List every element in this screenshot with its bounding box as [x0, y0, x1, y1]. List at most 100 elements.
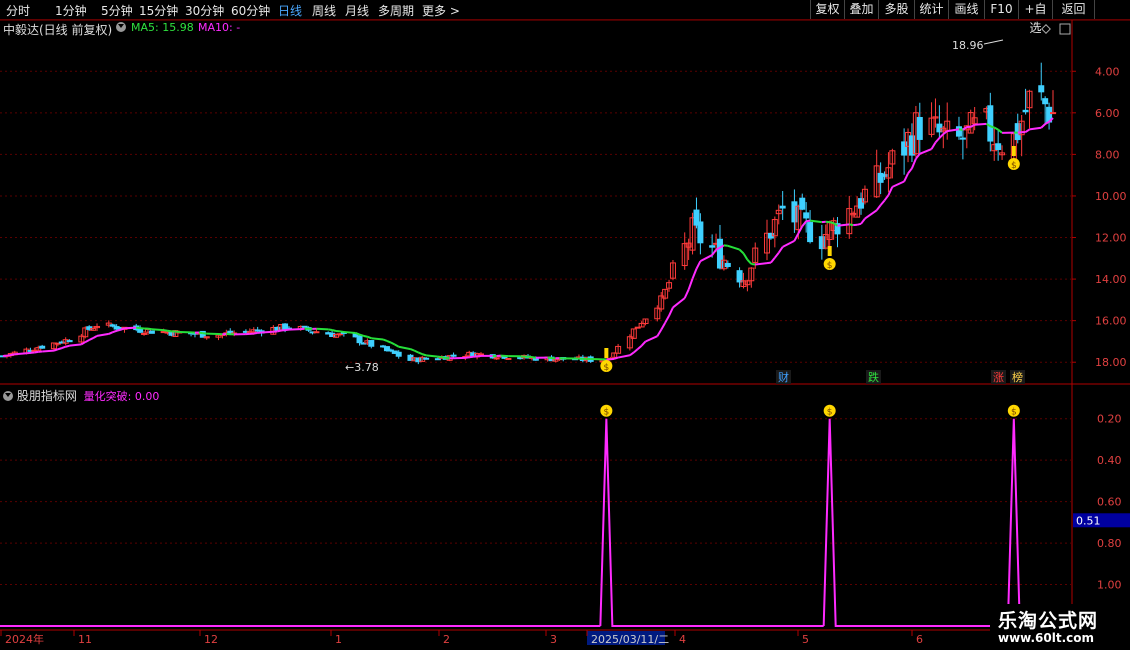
candle-body — [1022, 109, 1029, 113]
candle-body — [493, 357, 500, 360]
ma-segment — [911, 158, 917, 169]
ma-segment — [198, 331, 204, 335]
ma-segment — [531, 356, 536, 359]
ma-segment — [371, 337, 384, 341]
money-bag-symbol: $ — [1011, 408, 1017, 418]
price-tick-label: 18.00 — [1095, 356, 1127, 369]
candle-body — [987, 105, 994, 142]
candle-body — [356, 335, 363, 344]
ma-segment — [664, 315, 670, 324]
event-badge-label: 涨 — [993, 371, 1004, 384]
ma-segment — [65, 344, 70, 348]
ma-segment — [887, 186, 894, 196]
ma-segment — [770, 257, 776, 264]
ma-segment — [417, 351, 423, 356]
ma-segment — [993, 126, 999, 131]
ma-segment — [774, 252, 780, 259]
ma-segment — [801, 220, 807, 227]
ma-segment — [711, 249, 717, 256]
ma-segment — [120, 327, 125, 331]
ma-segment — [683, 289, 690, 299]
candle-body — [505, 357, 512, 360]
ma-segment — [727, 244, 740, 251]
candle-body — [141, 332, 148, 335]
ma-segment — [930, 141, 937, 150]
candle-body — [955, 126, 962, 137]
ma-segment — [672, 297, 686, 309]
event-badge-label: 榜 — [1012, 370, 1023, 384]
candle-body — [434, 358, 441, 361]
ma-segment — [108, 331, 114, 335]
ma-segment — [339, 330, 344, 333]
ma-segment — [699, 254, 713, 263]
candle-body — [803, 212, 810, 219]
ma-segment — [782, 239, 795, 248]
ma-segment — [363, 334, 368, 338]
ma-segment — [382, 338, 388, 342]
date-label: 11 — [78, 633, 92, 646]
candle-body — [1050, 112, 1056, 115]
ma-segment — [958, 128, 964, 131]
ma-segment — [746, 259, 753, 265]
ma-segment — [738, 248, 745, 255]
ma-segment — [277, 329, 282, 333]
candle-body — [736, 270, 743, 283]
ma-segment — [891, 180, 905, 188]
ma-segment — [1040, 123, 1046, 129]
candle-body — [807, 222, 814, 243]
ma-segment — [84, 339, 90, 343]
ma-segment — [116, 328, 121, 332]
high-arrow — [983, 39, 1004, 45]
indicator-spike — [599, 418, 824, 627]
price-tick-label: 8.00 — [1095, 148, 1120, 161]
candle-body — [313, 331, 320, 334]
price-tick-label: 4.00 — [1095, 65, 1120, 78]
ma-segment — [359, 333, 364, 337]
date-label: 1 — [335, 633, 342, 646]
money-bag-symbol: $ — [827, 261, 833, 271]
candle-body — [423, 357, 430, 360]
ma-segment — [42, 349, 55, 353]
ma-segment — [465, 356, 470, 359]
price-tick-label: 12.00 — [1095, 232, 1127, 245]
candle-body — [779, 205, 786, 209]
ma-segment — [421, 353, 427, 357]
ma-segment — [61, 345, 67, 350]
stock-chart: 18.00 16.00 14.00 12.00 10.00 8.00 6.00 4.00 1.0… — [0, 19, 1130, 646]
ma-segment — [766, 261, 772, 265]
price-tick-label: 6.00 — [1095, 107, 1120, 120]
diamond-icon — [1041, 24, 1051, 34]
candle-body — [697, 221, 704, 244]
ma-segment — [938, 133, 945, 139]
ma-segment — [919, 148, 932, 155]
watermark-title: 乐淘公式网 — [998, 610, 1099, 632]
date-label: 4 — [679, 633, 686, 646]
ma-segment — [934, 137, 941, 144]
money-bag-symbol: $ — [603, 363, 609, 373]
ma-segment — [903, 172, 909, 182]
ma-segment — [637, 344, 643, 350]
ma-segment — [656, 329, 663, 337]
price-tick-label: 16.00 — [1095, 315, 1127, 328]
ma-segment — [777, 246, 784, 254]
ma-segment — [328, 328, 333, 331]
ma-segment — [410, 348, 415, 352]
candle-body — [1038, 85, 1045, 93]
ma-segment — [809, 219, 822, 224]
candle-body — [450, 354, 457, 357]
ma-segment — [837, 223, 850, 227]
ma-segment — [687, 278, 694, 290]
candle-body — [336, 333, 343, 336]
ma-segment — [691, 268, 698, 279]
ma-segment — [806, 219, 811, 223]
ma-segment — [617, 354, 631, 359]
candle-body — [995, 143, 1002, 150]
candle-body — [109, 324, 116, 327]
sub-tick-label: 0.40 — [1097, 454, 1122, 467]
ma-segment — [163, 329, 168, 332]
ma-segment — [879, 199, 886, 206]
signal-bar — [827, 246, 832, 256]
money-bag-symbol: $ — [603, 408, 609, 418]
ma-segment — [88, 337, 94, 341]
money-bag-symbol: $ — [1011, 161, 1017, 171]
